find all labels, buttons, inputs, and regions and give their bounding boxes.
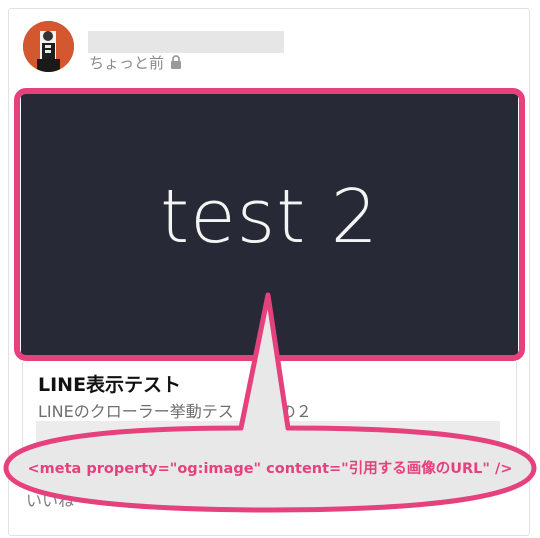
link-preview-title[interactable]: LINE表示テスト: [38, 370, 181, 397]
link-preview-description-end: の２: [279, 402, 312, 421]
preview-image-text: test 2: [160, 173, 379, 260]
avatar[interactable]: [23, 21, 74, 72]
link-preview-description: LINEのクローラー挙動テス の２: [38, 398, 312, 422]
avatar-image: [23, 21, 74, 72]
link-preview-description-start: LINEのクローラー挙動テス: [38, 402, 234, 421]
like-button[interactable]: いいね: [26, 487, 74, 511]
link-preview-image[interactable]: test 2: [21, 94, 518, 355]
post-timestamp: ちょっと前: [89, 53, 165, 72]
link-url-redacted: [36, 421, 500, 449]
author-name-redacted: [88, 31, 284, 53]
lock-icon: [170, 55, 182, 69]
post-meta: ちょっと前: [89, 52, 182, 72]
callout-annotation-text: <meta property="og:image" content="引用する画…: [27, 461, 513, 477]
